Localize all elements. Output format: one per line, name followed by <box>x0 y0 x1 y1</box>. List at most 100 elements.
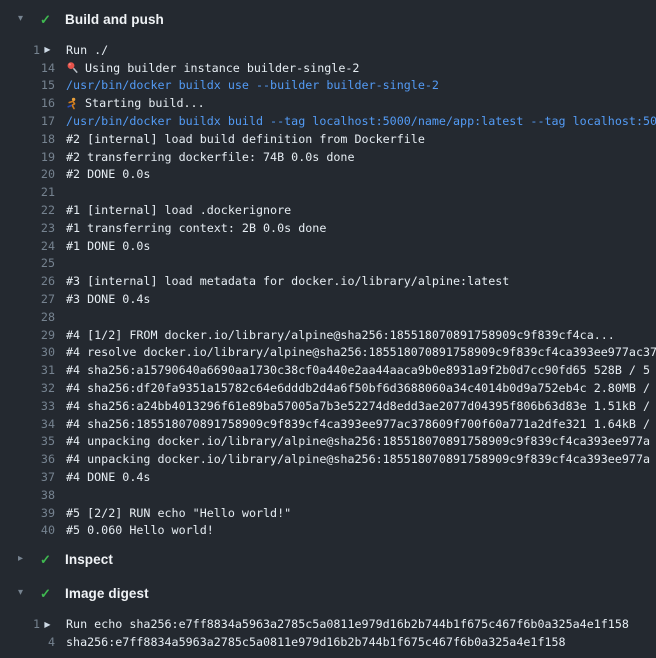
log-text-content: #4 sha256:df20fa9351a15782c64e6dddb2d4a6… <box>66 381 650 395</box>
group-toggle-icon[interactable]: ▶ <box>40 45 55 54</box>
log-line: 35 #4 unpacking docker.io/library/alpine… <box>0 433 656 451</box>
line-number[interactable]: 28 <box>41 310 55 324</box>
log-text-content: #2 transferring dockerfile: 74B 0.0s don… <box>66 150 355 164</box>
line-number[interactable]: 14 <box>41 61 55 75</box>
line-number[interactable]: 27 <box>41 292 55 306</box>
line-number[interactable]: 15 <box>41 78 55 92</box>
log-text: #4 DONE 0.4s <box>66 470 150 484</box>
line-number[interactable]: 17 <box>41 114 55 128</box>
log-text: #5 [2/2] RUN echo "Hello world!" <box>66 506 291 520</box>
line-gutter: 28 <box>0 310 55 324</box>
log-text-content: #1 transferring context: 2B 0.0s done <box>66 221 326 235</box>
log-line: 30 #4 resolve docker.io/library/alpine@s… <box>0 344 656 362</box>
log-line: 40 #5 0.060 Hello world! <box>0 522 656 540</box>
actions-log-viewer: ▾ ✓ Build and push 1▶ Run ./ 14 Using bu… <box>0 0 656 658</box>
log-text-content: #1 [internal] load .dockerignore <box>66 203 291 217</box>
line-number[interactable]: 18 <box>41 132 55 146</box>
line-number[interactable]: 37 <box>41 470 55 484</box>
line-number[interactable]: 39 <box>41 506 55 520</box>
line-number[interactable]: 34 <box>41 417 55 431</box>
log-text-content: /usr/bin/docker buildx use --builder bui… <box>66 78 439 92</box>
line-gutter: 1▶ <box>0 617 55 631</box>
line-gutter: 20 <box>0 167 55 181</box>
log-text: #4 unpacking docker.io/library/alpine@sh… <box>66 434 650 448</box>
log-line: 19 #2 transferring dockerfile: 74B 0.0s … <box>0 148 656 166</box>
log-line: 39 #5 [2/2] RUN echo "Hello world!" <box>0 504 656 522</box>
log-text: #1 DONE 0.0s <box>66 239 150 253</box>
log-line: 4 sha256:e7ff8834a5963a2785c5a0811e979d1… <box>0 633 656 651</box>
log-line: 24 #1 DONE 0.0s <box>0 237 656 255</box>
log-text: #4 unpacking docker.io/library/alpine@sh… <box>66 452 650 466</box>
section-title: Image digest <box>65 586 149 601</box>
log-text: Starting build... <box>66 96 205 110</box>
log-line: 20 #2 DONE 0.0s <box>0 166 656 184</box>
log-text: /usr/bin/docker buildx build --tag local… <box>66 114 656 128</box>
log-text-content: #4 sha256:a24bb4013296f61e89ba57005a7b3e… <box>66 399 650 413</box>
chevron-down-icon[interactable]: ▾ <box>18 14 30 24</box>
line-number[interactable]: 4 <box>48 635 55 649</box>
line-number[interactable]: 33 <box>41 399 55 413</box>
line-number[interactable]: 21 <box>41 185 55 199</box>
log-text-content: #5 0.060 Hello world! <box>66 523 214 537</box>
section-header[interactable]: ▸ ✓ Inspect <box>0 542 656 576</box>
log-text-content: #1 DONE 0.0s <box>66 239 150 253</box>
line-gutter: 24 <box>0 239 55 253</box>
log-text-content: #3 DONE 0.4s <box>66 292 150 306</box>
success-check-icon: ✓ <box>40 587 54 600</box>
line-number[interactable]: 16 <box>41 96 55 110</box>
log-text-content: Run echo sha256:e7ff8834a5963a2785c5a081… <box>66 617 629 631</box>
line-gutter: 30 <box>0 345 55 359</box>
chevron-down-icon[interactable]: ▾ <box>18 588 30 598</box>
log-line: 28 <box>0 308 656 326</box>
log-line: 32 #4 sha256:df20fa9351a15782c64e6dddb2d… <box>0 379 656 397</box>
log-text: #2 [internal] load build definition from… <box>66 132 425 146</box>
line-number[interactable]: 25 <box>41 256 55 270</box>
line-gutter: 21 <box>0 185 55 199</box>
line-number[interactable]: 36 <box>41 452 55 466</box>
line-number[interactable]: 26 <box>41 274 55 288</box>
line-number[interactable]: 22 <box>41 203 55 217</box>
section-header[interactable]: ▾ ✓ Build and push <box>0 2 656 36</box>
line-number[interactable]: 23 <box>41 221 55 235</box>
pushpin-icon <box>66 61 79 74</box>
log-text: #2 transferring dockerfile: 74B 0.0s don… <box>66 150 355 164</box>
line-gutter: 33 <box>0 399 55 413</box>
line-gutter: 27 <box>0 292 55 306</box>
log-text-content: #4 [1/2] FROM docker.io/library/alpine@s… <box>66 328 615 342</box>
log-line: 14 Using builder instance builder-single… <box>0 59 656 77</box>
line-number[interactable]: 35 <box>41 434 55 448</box>
line-number[interactable]: 40 <box>41 523 55 537</box>
line-number[interactable]: 19 <box>41 150 55 164</box>
line-gutter: 17 <box>0 114 55 128</box>
line-number[interactable]: 30 <box>41 345 55 359</box>
group-toggle-icon[interactable]: ▶ <box>40 620 55 629</box>
line-number[interactable]: 31 <box>41 363 55 377</box>
line-gutter: 23 <box>0 221 55 235</box>
log-line: 33 #4 sha256:a24bb4013296f61e89ba57005a7… <box>0 397 656 415</box>
log-text: #4 sha256:df20fa9351a15782c64e6dddb2d4a6… <box>66 381 650 395</box>
line-number[interactable]: 1 <box>33 43 40 57</box>
log-line: 38 <box>0 486 656 504</box>
line-gutter: 37 <box>0 470 55 484</box>
line-number[interactable]: 1 <box>33 617 40 631</box>
log-line: 36 #4 unpacking docker.io/library/alpine… <box>0 450 656 468</box>
log-line: 1▶ Run echo sha256:e7ff8834a5963a2785c5a… <box>0 615 656 633</box>
line-number[interactable]: 29 <box>41 328 55 342</box>
log-line: 34 #4 sha256:185518070891758909c9f839cf4… <box>0 415 656 433</box>
chevron-right-icon[interactable]: ▸ <box>18 554 30 564</box>
line-gutter: 15 <box>0 78 55 92</box>
line-number[interactable]: 32 <box>41 381 55 395</box>
line-gutter: 32 <box>0 381 55 395</box>
log-text: #2 DONE 0.0s <box>66 167 150 181</box>
line-number[interactable]: 20 <box>41 167 55 181</box>
line-number[interactable]: 38 <box>41 488 55 502</box>
log-text: #4 resolve docker.io/library/alpine@sha2… <box>66 345 656 359</box>
section-lines: 1▶ Run echo sha256:e7ff8834a5963a2785c5a… <box>0 615 656 651</box>
line-number[interactable]: 24 <box>41 239 55 253</box>
section-header[interactable]: ▾ ✓ Image digest <box>0 576 656 610</box>
line-gutter: 34 <box>0 417 55 431</box>
log-text: #4 sha256:a15790640a6690aa1730c38cf0a440… <box>66 363 650 377</box>
log-text-content: #4 sha256:a15790640a6690aa1730c38cf0a440… <box>66 363 650 377</box>
log-line: 22 #1 [internal] load .dockerignore <box>0 201 656 219</box>
log-text: #3 [internal] load metadata for docker.i… <box>66 274 509 288</box>
